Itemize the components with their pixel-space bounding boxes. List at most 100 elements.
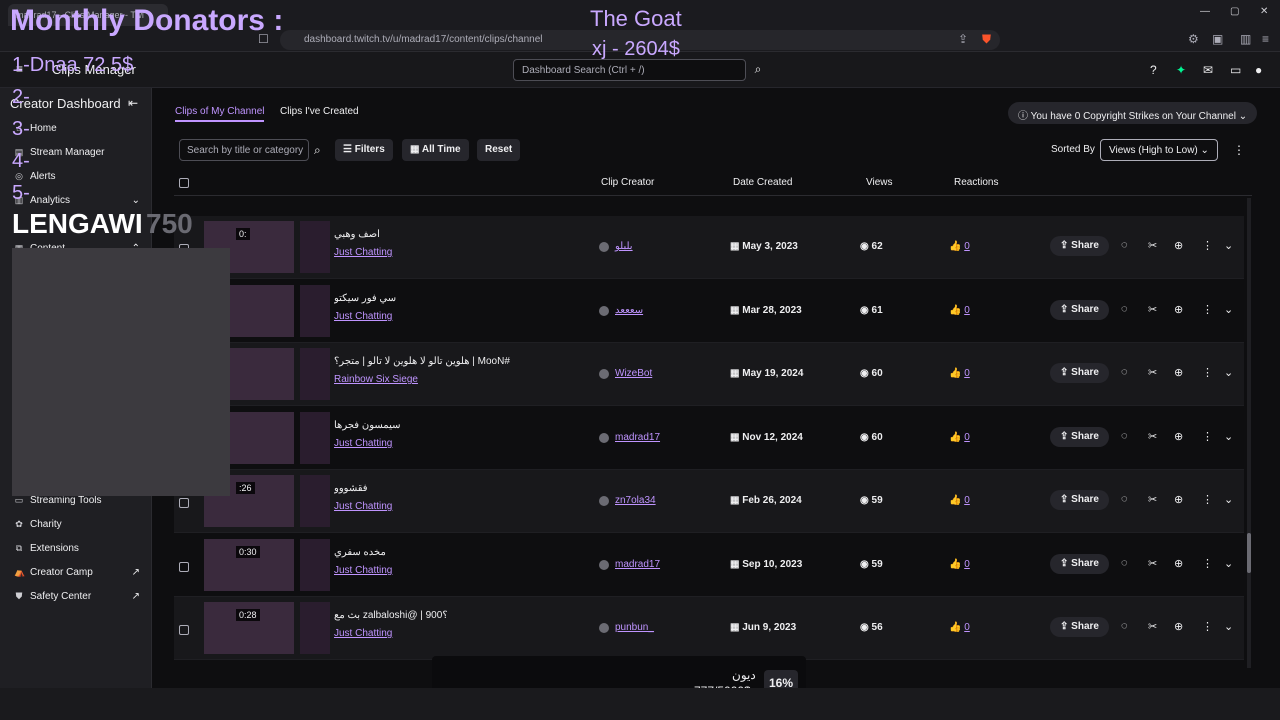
avatar[interactable]: ● (1255, 63, 1262, 77)
scrollbar[interactable] (1247, 198, 1251, 668)
add-icon[interactable]: ⊕ (1174, 493, 1183, 506)
clip-creator[interactable]: بلبلو (599, 241, 633, 252)
sidebar-item-creator-camp[interactable]: ⛺ Creator Camp ↗ (14, 563, 144, 581)
clip-title[interactable]: فقشووو (334, 483, 584, 494)
add-icon[interactable]: ⊕ (1174, 557, 1183, 570)
minimize-icon[interactable]: — (1200, 6, 1210, 17)
clip-category[interactable]: Just Chatting (334, 438, 392, 449)
share-button[interactable]: ⇪ Share (1050, 300, 1109, 320)
collapse-sidebar-icon[interactable]: ⇤ (128, 96, 138, 110)
brave-shield-icon[interactable]: ⛊ (982, 32, 991, 47)
clip-reactions[interactable]: 👍 0 (949, 622, 970, 633)
clip-category[interactable]: Just Chatting (334, 311, 392, 322)
share-button[interactable]: ⇪ Share (1050, 363, 1109, 383)
more-options-icon[interactable]: ⋮ (1202, 620, 1213, 633)
sidebar-item-analytics[interactable]: ▥ Analytics ⌄ (14, 191, 144, 209)
scissors-icon[interactable]: ✂ (1148, 493, 1157, 506)
extensions-icon[interactable]: ⚙ (1188, 32, 1199, 46)
sidebar-item-alerts[interactable]: ◎ Alerts (14, 167, 144, 185)
clip-category[interactable]: Just Chatting (334, 628, 392, 639)
loading-icon[interactable]: ◌ (1121, 303, 1128, 315)
clip-category[interactable]: Rainbow Six Siege (334, 374, 418, 385)
clip-search-input[interactable]: Search by title or category (179, 139, 309, 161)
sidebar-item-charity[interactable]: ✿ Charity (14, 515, 144, 533)
loading-icon[interactable]: ◌ (1121, 557, 1128, 569)
loading-icon[interactable]: ◌ (1121, 366, 1128, 378)
clip-thumbnail[interactable]: 0:30 (204, 539, 294, 591)
loading-icon[interactable]: ◌ (1121, 620, 1128, 632)
more-options-icon[interactable]: ⋮ (1202, 557, 1213, 570)
clip-reactions[interactable]: 👍 0 (949, 368, 970, 379)
clip-title[interactable]: هلوين تالو لا هلوين لا تالو | متجر؟ | Mo… (334, 356, 584, 367)
clip-creator[interactable]: punbun_ (599, 622, 654, 633)
clip-title[interactable]: سي فور سيكتو (334, 293, 584, 304)
close-icon[interactable]: ✕ (1260, 6, 1268, 17)
table-row[interactable]: سيمسون فجرها Just Chatting madrad17 ▦ No… (174, 407, 1244, 470)
clip-thumbnail[interactable]: 0:28 (204, 602, 294, 654)
add-icon[interactable]: ⊕ (1174, 366, 1183, 379)
help-icon[interactable]: ? (1150, 63, 1157, 77)
table-row[interactable]: سي فور سيكتو Just Chatting سعععد ▦ Mar 2… (174, 280, 1244, 343)
clip-title[interactable]: بث مع zalbaloshi@ | 900؟ (334, 610, 584, 621)
chevron-down-icon[interactable]: ⌄ (1224, 620, 1233, 633)
table-row[interactable]: هلوين تالو لا هلوين لا تالو | متجر؟ | Mo… (174, 343, 1244, 406)
loading-icon[interactable]: ◌ (1121, 493, 1128, 505)
clip-category[interactable]: Just Chatting (334, 247, 392, 258)
scrollbar-thumb[interactable] (1247, 533, 1251, 573)
row-checkbox[interactable] (179, 498, 189, 508)
chevron-down-icon[interactable]: ⌄ (1224, 303, 1233, 316)
copyright-strikes-badge[interactable]: ⓘ You have 0 Copyright Strikes on Your C… (1008, 102, 1258, 124)
dashboard-search-input[interactable]: Dashboard Search (Ctrl + /) (513, 59, 746, 81)
scissors-icon[interactable]: ✂ (1148, 366, 1157, 379)
sidebar-item-safety-center[interactable]: ⛊ Safety Center ↗ (14, 587, 144, 605)
more-options-icon[interactable]: ⋮ (1202, 493, 1213, 506)
add-icon[interactable]: ⊕ (1174, 430, 1183, 443)
share-button[interactable]: ⇪ Share (1050, 427, 1109, 447)
tab-clips-ive-created[interactable]: Clips I've Created (280, 106, 359, 117)
more-options-icon[interactable]: ⋮ (1202, 303, 1213, 316)
table-row[interactable]: 0: اصف وهبي Just Chatting بلبلو ▦ May 3,… (174, 216, 1244, 279)
clip-creator[interactable]: zn7ola34 (599, 495, 656, 506)
clip-reactions[interactable]: 👍 0 (949, 559, 970, 570)
loading-icon[interactable]: ◌ (1121, 430, 1128, 442)
scissors-icon[interactable]: ✂ (1148, 303, 1157, 316)
chevron-down-icon[interactable]: ⌄ (1224, 557, 1233, 570)
row-checkbox[interactable] (179, 562, 189, 572)
scissors-icon[interactable]: ✂ (1148, 239, 1157, 252)
clip-reactions[interactable]: 👍 0 (949, 241, 970, 252)
clip-creator[interactable]: سعععد (599, 305, 643, 316)
search-icon[interactable]: ⌕ (748, 59, 768, 81)
search-icon[interactable]: ⌕ (314, 143, 321, 158)
time-range-button[interactable]: ▦ All Time (402, 139, 469, 161)
share-button[interactable]: ⇪ Share (1050, 236, 1109, 256)
scissors-icon[interactable]: ✂ (1148, 557, 1157, 570)
more-options-icon[interactable]: ⋮ (1202, 239, 1213, 252)
menu-icon[interactable]: ≡ (1262, 32, 1269, 46)
clip-reactions[interactable]: 👍 0 (949, 432, 970, 443)
clip-creator[interactable]: WizeBot (599, 368, 652, 379)
reset-button[interactable]: Reset (477, 139, 521, 161)
clip-title[interactable]: اصف وهبي (334, 229, 584, 240)
tab-clips-of-my-channel[interactable]: Clips of My Channel (175, 106, 265, 122)
clip-category[interactable]: Just Chatting (334, 501, 392, 512)
select-all-checkbox[interactable] (179, 178, 189, 188)
more-options-icon[interactable]: ⋮ (1202, 366, 1213, 379)
scissors-icon[interactable]: ✂ (1148, 430, 1157, 443)
clip-title[interactable]: مخده سفري (334, 547, 584, 558)
clip-category[interactable]: Just Chatting (334, 565, 392, 576)
clip-title[interactable]: سيمسون فجرها (334, 420, 584, 431)
table-row[interactable]: 0:30 مخده سفري Just Chatting madrad17 ▦ … (174, 534, 1244, 597)
row-checkbox[interactable] (179, 625, 189, 635)
sidebar-item-home[interactable]: ⌂ Home (14, 119, 144, 137)
share-page-icon[interactable]: ⇪ (958, 32, 968, 46)
sidebar-item-extensions[interactable]: ⧉ Extensions (14, 539, 144, 557)
share-button[interactable]: ⇪ Share (1050, 617, 1109, 637)
maximize-icon[interactable]: ▢ (1230, 6, 1239, 17)
scissors-icon[interactable]: ✂ (1148, 620, 1157, 633)
chevron-down-icon[interactable]: ⌄ (1224, 366, 1233, 379)
share-button[interactable]: ⇪ Share (1050, 554, 1109, 574)
sidebar-toggle-icon[interactable]: ▥ (1240, 32, 1251, 46)
chevron-down-icon[interactable]: ⌄ (1224, 239, 1233, 252)
inbox-icon[interactable]: ✉ (1203, 63, 1213, 77)
clip-reactions[interactable]: 👍 0 (949, 305, 970, 316)
